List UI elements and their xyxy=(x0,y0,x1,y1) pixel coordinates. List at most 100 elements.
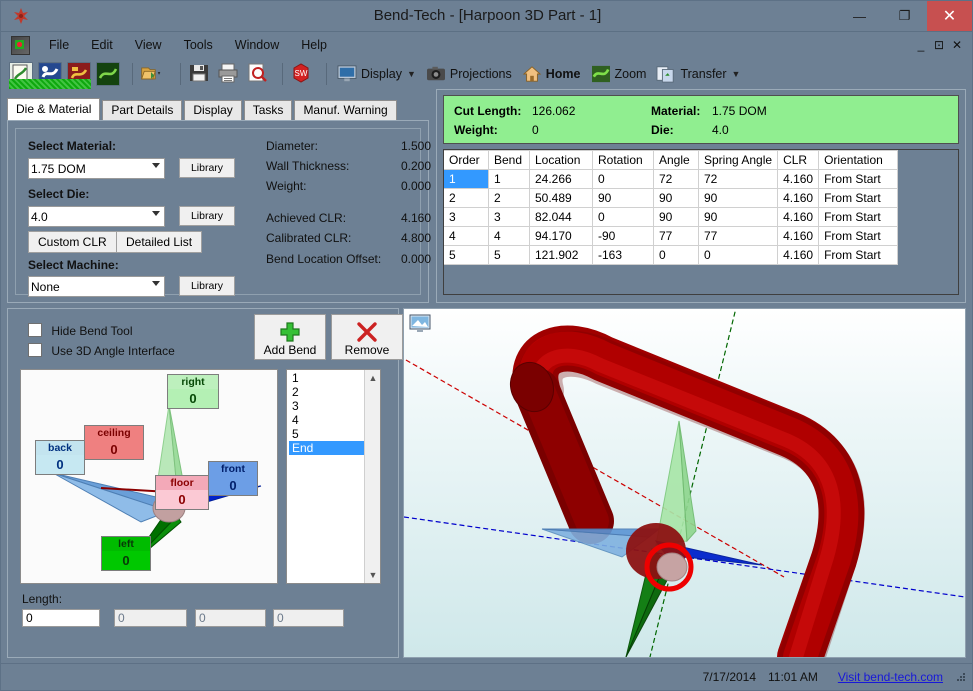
cell-bend[interactable]: 2 xyxy=(488,188,530,208)
bendtech-website-link[interactable]: Visit bend-tech.com xyxy=(838,670,943,684)
add-bend-button[interactable]: Add Bend xyxy=(254,314,326,360)
table-row[interactable]: 3 3 82.044 0 90 90 4.160 From Start xyxy=(444,207,899,227)
bend-orientation-diagram[interactable]: right 0 ceiling 0 back 0 front 0 floor 0… xyxy=(20,369,278,584)
list-item[interactable]: 4 xyxy=(289,413,366,427)
machine-select[interactable]: None xyxy=(28,276,165,297)
zoom-button[interactable]: Zoom xyxy=(588,63,650,85)
col-clr[interactable]: CLR xyxy=(777,150,820,170)
col-rotation[interactable]: Rotation xyxy=(592,150,654,170)
cell-clr[interactable]: 4.160 xyxy=(777,207,820,227)
length-input-2[interactable] xyxy=(114,609,187,627)
cell-order[interactable]: 3 xyxy=(444,207,489,227)
machine-library-button[interactable]: Library xyxy=(179,276,235,296)
tab-die-material[interactable]: Die & Material xyxy=(7,98,101,120)
save-icon[interactable] xyxy=(188,62,212,86)
resize-grip-icon[interactable] xyxy=(955,671,967,683)
cell-spring-angle[interactable]: 0 xyxy=(698,245,779,265)
remove-button[interactable]: Remove xyxy=(331,314,403,360)
bend-list-scrollbar[interactable]: ▲ ▼ xyxy=(364,370,380,583)
cell-location[interactable]: 50.489 xyxy=(529,188,593,208)
cell-angle[interactable]: 77 xyxy=(653,226,699,246)
cell-orientation[interactable]: From Start xyxy=(818,188,899,208)
list-item-end[interactable]: End xyxy=(289,441,366,455)
menu-window[interactable]: Window xyxy=(224,35,290,55)
hide-bend-tool-row[interactable]: Hide Bend Tool xyxy=(28,323,133,338)
tab-display[interactable]: Display xyxy=(184,100,242,120)
col-location[interactable]: Location xyxy=(529,150,593,170)
tab-part-details[interactable]: Part Details xyxy=(102,100,183,120)
chevron-down-icon-transfer[interactable]: ▼ xyxy=(732,69,741,79)
cell-order[interactable]: 5 xyxy=(444,245,489,265)
mdi-restore-button[interactable]: ⊡ xyxy=(930,32,948,58)
table-row[interactable]: 2 2 50.489 90 90 90 4.160 From Start xyxy=(444,188,899,208)
solidworks-icon[interactable]: SW xyxy=(290,62,314,86)
node-ceiling[interactable]: ceiling 0 xyxy=(84,425,144,460)
print-icon[interactable] xyxy=(217,62,241,86)
bendtech-mdi-icon[interactable] xyxy=(11,35,30,55)
scroll-up-icon[interactable]: ▲ xyxy=(365,370,381,386)
cell-bend[interactable]: 1 xyxy=(488,169,530,189)
print-preview-icon[interactable] xyxy=(246,62,270,86)
node-right[interactable]: right 0 xyxy=(167,374,219,409)
3d-viewport[interactable] xyxy=(403,308,966,658)
cell-orientation[interactable]: From Start xyxy=(818,207,899,227)
node-back[interactable]: back 0 xyxy=(35,440,85,475)
bend-table[interactable]: Order Bend Location Rotation Angle Sprin… xyxy=(444,150,899,265)
cell-location[interactable]: 94.170 xyxy=(529,226,593,246)
cell-location[interactable]: 82.044 xyxy=(529,207,593,227)
node-left-value[interactable]: 0 xyxy=(102,551,150,570)
list-item[interactable]: 3 xyxy=(289,399,366,413)
custom-clr-button[interactable]: Custom CLR xyxy=(28,231,117,253)
node-floor[interactable]: floor 0 xyxy=(155,475,209,510)
cell-rotation[interactable]: -90 xyxy=(592,226,654,246)
cell-rotation[interactable]: -163 xyxy=(592,245,654,265)
node-front-value[interactable]: 0 xyxy=(209,476,257,495)
cell-clr[interactable]: 4.160 xyxy=(777,226,820,246)
col-orientation[interactable]: Orientation xyxy=(818,150,899,170)
use-3d-angle-checkbox[interactable] xyxy=(28,343,42,357)
node-back-value[interactable]: 0 xyxy=(36,455,84,474)
tab-manuf-warning[interactable]: Manuf. Warning xyxy=(294,100,397,120)
cell-orientation[interactable]: From Start xyxy=(818,245,899,265)
mdi-minimize-button[interactable]: _ xyxy=(912,32,930,58)
length-input-4[interactable] xyxy=(273,609,344,627)
menu-edit[interactable]: Edit xyxy=(80,35,124,55)
table-row[interactable]: 5 5 121.902 -163 0 0 4.160 From Start xyxy=(444,245,899,265)
hide-bend-tool-checkbox[interactable] xyxy=(28,323,42,337)
cell-angle[interactable]: 90 xyxy=(653,207,699,227)
table-row[interactable]: 4 4 94.170 -90 77 77 4.160 From Start xyxy=(444,226,899,246)
col-angle[interactable]: Angle xyxy=(653,150,699,170)
cell-orientation[interactable]: From Start xyxy=(818,169,899,189)
tab-tasks[interactable]: Tasks xyxy=(243,100,293,120)
cell-order[interactable]: 4 xyxy=(444,226,489,246)
mdi-close-button[interactable]: ✕ xyxy=(948,32,966,58)
cell-angle[interactable]: 90 xyxy=(653,188,699,208)
transfer-button[interactable]: Transfer ▼ xyxy=(653,63,743,85)
cell-order[interactable]: 2 xyxy=(444,188,489,208)
die-select[interactable]: 4.0 xyxy=(28,206,165,227)
close-button[interactable]: ✕ xyxy=(927,1,972,31)
bend-list[interactable]: 1 2 3 4 5 End ▲ ▼ xyxy=(286,369,381,584)
cell-location[interactable]: 24.266 xyxy=(529,169,593,189)
cell-angle[interactable]: 0 xyxy=(653,245,699,265)
use-3d-angle-row[interactable]: Use 3D Angle Interface xyxy=(28,343,175,358)
cell-clr[interactable]: 4.160 xyxy=(777,188,820,208)
cell-order[interactable]: 1 xyxy=(444,169,489,189)
list-item[interactable]: 5 xyxy=(289,427,366,441)
cell-rotation[interactable]: 0 xyxy=(592,169,654,189)
col-order[interactable]: Order xyxy=(444,150,489,170)
length-input-1[interactable] xyxy=(22,609,100,627)
material-library-button[interactable]: Library xyxy=(179,158,235,178)
node-right-value[interactable]: 0 xyxy=(168,389,218,408)
cell-bend[interactable]: 5 xyxy=(488,245,530,265)
new-tube-icon[interactable] xyxy=(96,62,120,86)
menu-view[interactable]: View xyxy=(124,35,173,55)
scroll-down-icon[interactable]: ▼ xyxy=(365,567,381,583)
home-button[interactable]: Home xyxy=(519,63,584,85)
menu-tools[interactable]: Tools xyxy=(173,35,224,55)
die-library-button[interactable]: Library xyxy=(179,206,235,226)
cell-spring-angle[interactable]: 77 xyxy=(698,226,779,246)
cell-angle[interactable]: 72 xyxy=(653,169,699,189)
maximize-button[interactable]: ❐ xyxy=(882,1,927,31)
col-bend[interactable]: Bend xyxy=(488,150,530,170)
